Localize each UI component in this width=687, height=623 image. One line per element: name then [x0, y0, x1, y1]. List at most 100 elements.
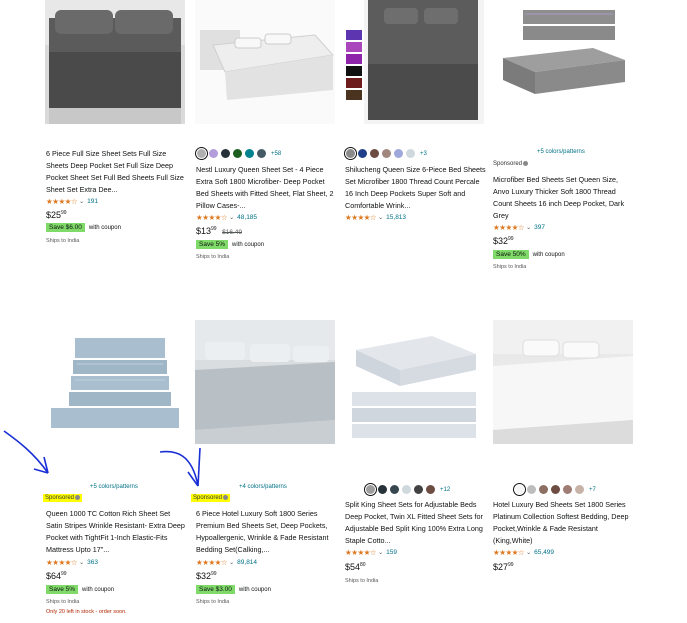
price-5[interactable]: $6499: [46, 571, 67, 581]
color-swatch[interactable]: [344, 147, 357, 160]
product-image-7[interactable]: [344, 320, 484, 444]
color-swatches-2[interactable]: +58: [195, 147, 281, 160]
colors-patterns-link-6[interactable]: +4 colors/patterns: [239, 484, 287, 490]
product-title-4[interactable]: Microfiber Bed Sheets Set Queen Size, An…: [493, 174, 635, 222]
color-swatch[interactable]: [364, 483, 377, 496]
info-icon[interactable]: [223, 495, 229, 500]
color-swatch[interactable]: [245, 149, 254, 158]
product-title-8[interactable]: Hotel Luxury Bed Sheets Set 1800 Series …: [493, 499, 635, 547]
color-swatch[interactable]: [221, 149, 230, 158]
sponsored-label-4[interactable]: Sponsored: [493, 161, 529, 168]
coupon-badge[interactable]: Save $6.00: [46, 223, 85, 232]
product-image-2[interactable]: [195, 0, 335, 124]
color-swatch[interactable]: [563, 485, 572, 494]
rating-count[interactable]: 363: [87, 559, 98, 566]
color-swatch[interactable]: [233, 149, 242, 158]
price-7[interactable]: $5480: [345, 562, 366, 572]
more-colors-link[interactable]: +3: [420, 151, 427, 157]
more-colors-link[interactable]: +12: [440, 487, 450, 493]
color-swatch[interactable]: [426, 485, 435, 494]
product-image-8[interactable]: [493, 320, 633, 444]
price-4[interactable]: $3299: [493, 236, 514, 246]
price-8[interactable]: $2799: [493, 562, 514, 572]
product-image-1[interactable]: [45, 0, 185, 124]
star-rating-icon: ★★★★☆: [46, 558, 78, 567]
chevron-down-icon[interactable]: ⌄: [526, 549, 531, 556]
sponsored-text: Sponsored: [493, 161, 523, 168]
rating-count[interactable]: 191: [87, 198, 98, 205]
rating-6[interactable]: ★★★★☆ ⌄ 89,814: [196, 558, 257, 567]
color-swatch[interactable]: [209, 149, 218, 158]
rating-count[interactable]: 65,499: [534, 549, 554, 556]
rating-8[interactable]: ★★★★☆ ⌄ 65,499: [493, 548, 554, 557]
chevron-down-icon[interactable]: ⌄: [79, 559, 84, 566]
product-title-5[interactable]: Queen 1000 TC Cotton Rich Sheet Set Sati…: [46, 508, 188, 556]
colors-patterns-link-5[interactable]: +5 colors/patterns: [90, 484, 138, 490]
info-icon[interactable]: [523, 161, 529, 166]
color-swatch[interactable]: [402, 485, 411, 494]
chevron-down-icon[interactable]: ⌄: [526, 224, 531, 231]
color-swatch[interactable]: [358, 149, 367, 158]
product-title-2[interactable]: Nestl Luxury Queen Sheet Set - 4 Piece E…: [196, 164, 338, 212]
chevron-down-icon[interactable]: ⌄: [378, 549, 383, 556]
rating-count[interactable]: 48,185: [237, 214, 257, 221]
color-swatch[interactable]: [382, 149, 391, 158]
coupon-badge[interactable]: Save 5%: [196, 240, 229, 249]
color-swatch[interactable]: [390, 485, 399, 494]
coupon-1[interactable]: Save $6.00 with coupon: [46, 223, 121, 232]
product-image-4[interactable]: [493, 0, 633, 124]
rating-3[interactable]: ★★★★☆ ⌄ 15,813: [345, 213, 406, 222]
product-title-7[interactable]: Split King Sheet Sets for Adjustable Bed…: [345, 499, 487, 547]
color-swatch[interactable]: [406, 149, 415, 158]
color-swatch[interactable]: [513, 483, 526, 496]
price-2[interactable]: $1399 $16.49: [196, 226, 242, 236]
color-swatch[interactable]: [551, 485, 560, 494]
coupon-4[interactable]: Save 50% with coupon: [493, 250, 565, 259]
color-swatch[interactable]: [195, 147, 208, 160]
chevron-down-icon[interactable]: ⌄: [229, 559, 234, 566]
coupon-2[interactable]: Save 5% with coupon: [196, 240, 264, 249]
color-swatches-3[interactable]: +3: [344, 147, 427, 160]
sponsored-label-6[interactable]: Sponsored: [191, 494, 231, 503]
sponsored-label-5[interactable]: Sponsored: [43, 494, 83, 503]
coupon-badge[interactable]: Save 50%: [493, 250, 529, 259]
rating-count[interactable]: 15,813: [386, 214, 406, 221]
coupon-badge[interactable]: Save 5%: [46, 585, 79, 594]
rating-count[interactable]: 89,814: [237, 559, 257, 566]
info-icon[interactable]: [75, 495, 81, 500]
product-title-6[interactable]: 6 Piece Hotel Luxury Soft 1800 Series Pr…: [196, 508, 338, 556]
price-6[interactable]: $3299: [196, 571, 217, 581]
color-swatches-7[interactable]: +12: [364, 483, 450, 496]
color-swatches-8[interactable]: +7: [513, 483, 596, 496]
product-title-3[interactable]: Shilucheng Queen Size 6-Piece Bed Sheets…: [345, 164, 487, 212]
product-title-1[interactable]: 6 Piece Full Size Sheet Sets Full Size S…: [46, 148, 188, 196]
price-1[interactable]: $2599: [46, 210, 67, 220]
color-swatch[interactable]: [539, 485, 548, 494]
rating-2[interactable]: ★★★★☆ ⌄ 48,185: [196, 213, 257, 222]
chevron-down-icon[interactable]: ⌄: [378, 214, 383, 221]
rating-5[interactable]: ★★★★☆ ⌄ 363: [46, 558, 98, 567]
product-image-5[interactable]: [45, 320, 185, 444]
coupon-badge[interactable]: Save $3.00: [196, 585, 235, 594]
rating-count[interactable]: 397: [534, 224, 545, 231]
coupon-6[interactable]: Save $3.00 with coupon: [196, 585, 271, 594]
rating-1[interactable]: ★★★★☆ ⌄ 191: [46, 197, 98, 206]
chevron-down-icon[interactable]: ⌄: [229, 214, 234, 221]
more-colors-link[interactable]: +7: [589, 487, 596, 493]
color-swatch[interactable]: [575, 485, 584, 494]
color-swatch[interactable]: [394, 149, 403, 158]
coupon-5[interactable]: Save 5% with coupon: [46, 585, 114, 594]
product-image-3[interactable]: [344, 0, 484, 124]
rating-4[interactable]: ★★★★☆ ⌄ 397: [493, 223, 545, 232]
colors-patterns-link-4[interactable]: +5 colors/patterns: [537, 149, 585, 155]
rating-7[interactable]: ★★★★☆ ⌄ 159: [345, 548, 397, 557]
color-swatch[interactable]: [257, 149, 266, 158]
more-colors-link[interactable]: +58: [271, 151, 281, 157]
color-swatch[interactable]: [370, 149, 379, 158]
rating-count[interactable]: 159: [386, 549, 397, 556]
color-swatch[interactable]: [378, 485, 387, 494]
color-swatch[interactable]: [414, 485, 423, 494]
product-image-6[interactable]: [195, 320, 335, 444]
chevron-down-icon[interactable]: ⌄: [79, 198, 84, 205]
color-swatch[interactable]: [527, 485, 536, 494]
